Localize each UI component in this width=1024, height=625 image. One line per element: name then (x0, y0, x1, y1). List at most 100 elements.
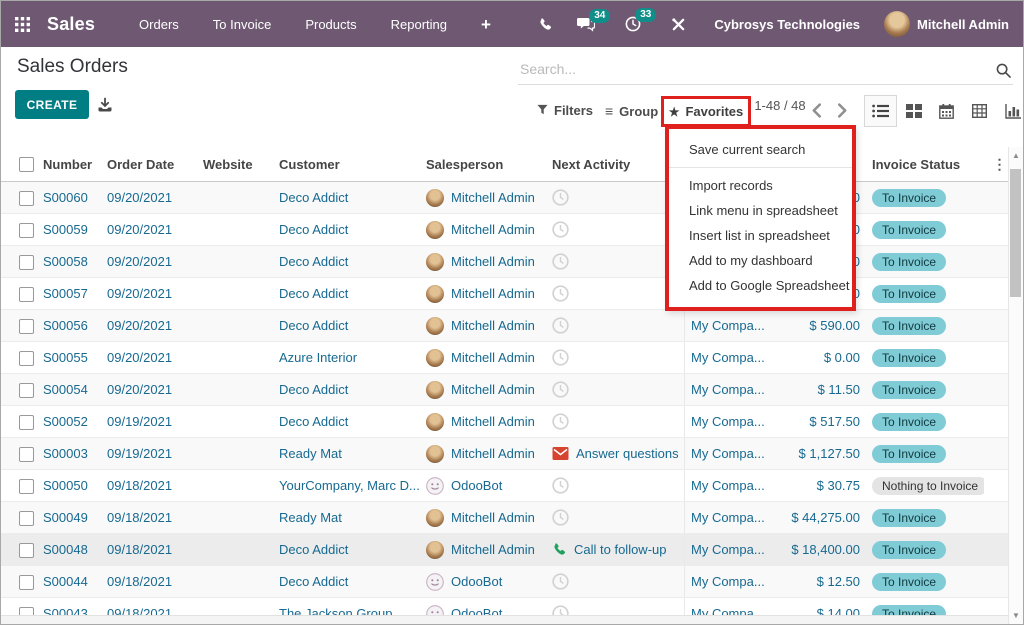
order-number[interactable]: S00056 (37, 318, 101, 333)
navbar-plus-icon[interactable]: + (481, 16, 491, 33)
search-icon[interactable] (996, 63, 1011, 83)
next-activity-cell[interactable] (546, 221, 684, 238)
apps-grid-icon[interactable] (15, 17, 30, 32)
header-order-date[interactable]: Order Date (101, 157, 197, 172)
clock-icon[interactable] (552, 381, 569, 398)
favorites-menu-item[interactable]: Save current search (669, 137, 852, 162)
clock-icon[interactable] (552, 349, 569, 366)
list-view-button[interactable] (864, 95, 897, 127)
next-activity-cell[interactable] (546, 253, 684, 270)
table-row[interactable]: S00048 09/18/2021 Deco Addict Mitchell A… (1, 534, 1009, 566)
order-number[interactable]: S00003 (37, 446, 101, 461)
header-website[interactable]: Website (197, 157, 273, 172)
select-all-checkbox[interactable] (19, 157, 34, 172)
row-checkbox[interactable] (19, 543, 34, 558)
table-row[interactable]: S00056 09/20/2021 Deco Addict Mitchell A… (1, 310, 1009, 342)
order-number[interactable]: S00054 (37, 382, 101, 397)
table-row[interactable]: S00059 09/20/2021 Deco Addict Mitchell A… (1, 214, 1009, 246)
next-activity-cell[interactable]: Answer questions (546, 446, 684, 461)
pivot-view-button[interactable] (963, 95, 996, 127)
table-row[interactable]: S00057 09/20/2021 Deco Addict Mitchell A… (1, 278, 1009, 310)
messages-icon[interactable]: 34 (577, 17, 595, 32)
clock-icon[interactable] (552, 221, 569, 238)
company-switcher[interactable]: Cybrosys Technologies (714, 17, 860, 32)
scrollbar-thumb[interactable] (1010, 169, 1021, 297)
next-activity-cell[interactable] (546, 573, 684, 590)
favorites-menu-item[interactable]: Add to Google Spreadsheet (669, 273, 852, 298)
order-number[interactable]: S00048 (37, 542, 101, 557)
kanban-view-button[interactable] (897, 95, 930, 127)
filters-button[interactable]: Filters (537, 103, 593, 118)
clock-icon[interactable] (552, 573, 569, 590)
order-number[interactable]: S00050 (37, 478, 101, 493)
order-number[interactable]: S00059 (37, 222, 101, 237)
clock-icon[interactable] (552, 317, 569, 334)
navbar-menu-to-invoice[interactable]: To Invoice (213, 17, 272, 32)
row-checkbox[interactable] (19, 447, 34, 462)
next-activity-cell[interactable] (546, 189, 684, 206)
table-row[interactable]: S00049 09/18/2021 Ready Mat Mitchell Adm… (1, 502, 1009, 534)
row-checkbox[interactable] (19, 191, 34, 206)
next-activity-cell[interactable] (546, 285, 684, 302)
order-number[interactable]: S00058 (37, 254, 101, 269)
next-activity-cell[interactable] (546, 477, 684, 494)
vertical-scrollbar[interactable]: ▲ ▼ (1008, 147, 1023, 624)
user-menu[interactable]: Mitchell Admin (884, 11, 1009, 37)
favorites-button-annotated[interactable]: ★ Favorites (661, 96, 751, 127)
row-checkbox[interactable] (19, 319, 34, 334)
next-activity-cell[interactable] (546, 381, 684, 398)
navbar-menu-reporting[interactable]: Reporting (391, 17, 447, 32)
navbar-menu-products[interactable]: Products (305, 17, 356, 32)
table-row[interactable]: S00052 09/19/2021 Deco Addict Mitchell A… (1, 406, 1009, 438)
table-row[interactable]: S00054 09/20/2021 Deco Addict Mitchell A… (1, 374, 1009, 406)
export-icon[interactable] (97, 97, 113, 118)
phone-icon[interactable] (538, 17, 553, 32)
clock-icon[interactable] (552, 477, 569, 494)
next-activity-cell[interactable] (546, 349, 684, 366)
order-number[interactable]: S00055 (37, 350, 101, 365)
table-row[interactable]: S00050 09/18/2021 YourCompany, Marc D...… (1, 470, 1009, 502)
row-checkbox[interactable] (19, 511, 34, 526)
row-checkbox[interactable] (19, 415, 34, 430)
table-row[interactable]: S00003 09/19/2021 Ready Mat Mitchell Adm… (1, 438, 1009, 470)
favorites-menu-item[interactable]: Link menu in spreadsheet (669, 198, 852, 223)
mail-icon[interactable] (552, 447, 569, 460)
favorites-menu-item[interactable]: Add to my dashboard (669, 248, 852, 273)
header-number[interactable]: Number (37, 157, 101, 172)
pager-next-button[interactable] (837, 103, 848, 118)
order-number[interactable]: S00052 (37, 414, 101, 429)
table-row[interactable]: S00058 09/20/2021 Deco Addict Mitchell A… (1, 246, 1009, 278)
navbar-menu-orders[interactable]: Orders (139, 17, 179, 32)
graph-view-button[interactable] (996, 95, 1024, 127)
table-row[interactable]: S00044 09/18/2021 Deco Addict OdooBot My… (1, 566, 1009, 598)
clock-icon[interactable] (552, 413, 569, 430)
clock-icon[interactable] (552, 189, 569, 206)
row-checkbox[interactable] (19, 575, 34, 590)
row-checkbox[interactable] (19, 287, 34, 302)
next-activity-cell[interactable] (546, 317, 684, 334)
next-activity-cell[interactable] (546, 413, 684, 430)
header-customer[interactable]: Customer (273, 157, 420, 172)
next-activity-cell[interactable]: Call to follow-up (546, 542, 684, 557)
order-number[interactable]: S00057 (37, 286, 101, 301)
scroll-down-arrow-icon[interactable]: ▼ (1009, 611, 1023, 620)
order-number[interactable]: S00044 (37, 574, 101, 589)
phone-icon[interactable] (552, 542, 567, 557)
order-number[interactable]: S00049 (37, 510, 101, 525)
search-input[interactable] (518, 57, 990, 77)
row-checkbox[interactable] (19, 255, 34, 270)
header-salesperson[interactable]: Salesperson (420, 157, 546, 172)
app-name[interactable]: Sales (47, 14, 95, 35)
calendar-view-button[interactable] (930, 95, 963, 127)
favorites-menu-item[interactable]: Insert list in spreadsheet (669, 223, 852, 248)
header-next-activity[interactable]: Next Activity (546, 157, 684, 172)
next-activity-cell[interactable] (546, 509, 684, 526)
row-checkbox[interactable] (19, 479, 34, 494)
optional-columns-icon[interactable]: ⋮ (993, 156, 1007, 172)
row-checkbox[interactable] (19, 351, 34, 366)
row-checkbox[interactable] (19, 383, 34, 398)
tools-icon[interactable] (671, 17, 686, 32)
header-invoice-status[interactable]: Invoice Status (866, 157, 984, 172)
clock-icon[interactable] (552, 509, 569, 526)
row-checkbox[interactable] (19, 223, 34, 238)
